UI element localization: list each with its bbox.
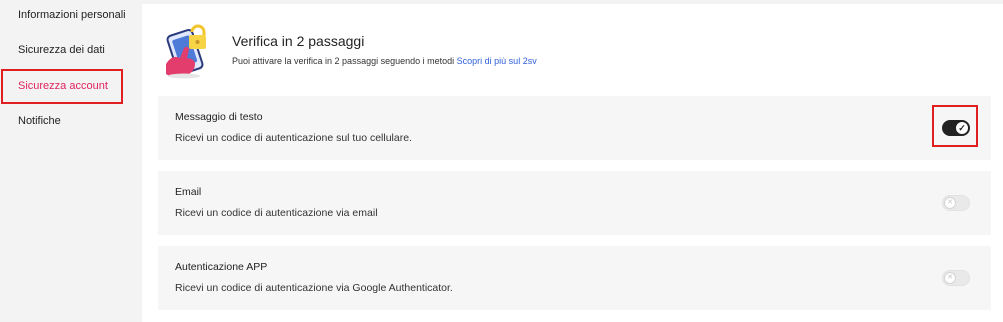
app-toggle[interactable]: ✕ bbox=[942, 270, 970, 286]
method-description: Ricevi un codice di autenticazione sul t… bbox=[175, 132, 412, 144]
header-description: Puoi attivare la verifica in 2 passaggi … bbox=[232, 56, 537, 66]
method-title: Autenticazione APP bbox=[175, 261, 268, 273]
sidebar-item-sicurezza-dati[interactable]: Sicurezza dei dati bbox=[18, 44, 105, 56]
method-card-app: Autenticazione APP Ricevi un codice di a… bbox=[158, 246, 991, 310]
x-icon: ✕ bbox=[944, 197, 956, 209]
method-description: Ricevi un codice di autenticazione via e… bbox=[175, 207, 378, 219]
method-card-email: Email Ricevi un codice di autenticazione… bbox=[158, 171, 991, 235]
method-title: Messaggio di testo bbox=[175, 111, 263, 123]
description-text: Puoi attivare la verifica in 2 passaggi … bbox=[232, 56, 455, 66]
learn-more-link[interactable]: Scopri di più sul 2sv bbox=[457, 56, 537, 66]
page-title: Verifica in 2 passaggi bbox=[232, 33, 365, 49]
main-panel: Verifica in 2 passaggi Puoi attivare la … bbox=[142, 4, 1003, 322]
method-card-sms: Messaggio di testo Ricevi un codice di a… bbox=[158, 96, 991, 160]
sidebar-item-notifiche[interactable]: Notifiche bbox=[18, 115, 61, 127]
method-title: Email bbox=[175, 186, 202, 198]
sidebar-item-informazioni-personali[interactable]: Informazioni personali bbox=[18, 9, 126, 21]
highlight-box-sms-toggle bbox=[932, 105, 978, 147]
method-description: Ricevi un codice di autenticazione via G… bbox=[175, 282, 453, 294]
sidebar: Informazioni personali Sicurezza dei dat… bbox=[0, 0, 142, 322]
highlight-box-active-item bbox=[1, 69, 123, 104]
email-toggle[interactable]: ✕ bbox=[942, 195, 970, 211]
x-icon: ✕ bbox=[944, 272, 956, 284]
phone-lock-icon bbox=[166, 24, 206, 79]
